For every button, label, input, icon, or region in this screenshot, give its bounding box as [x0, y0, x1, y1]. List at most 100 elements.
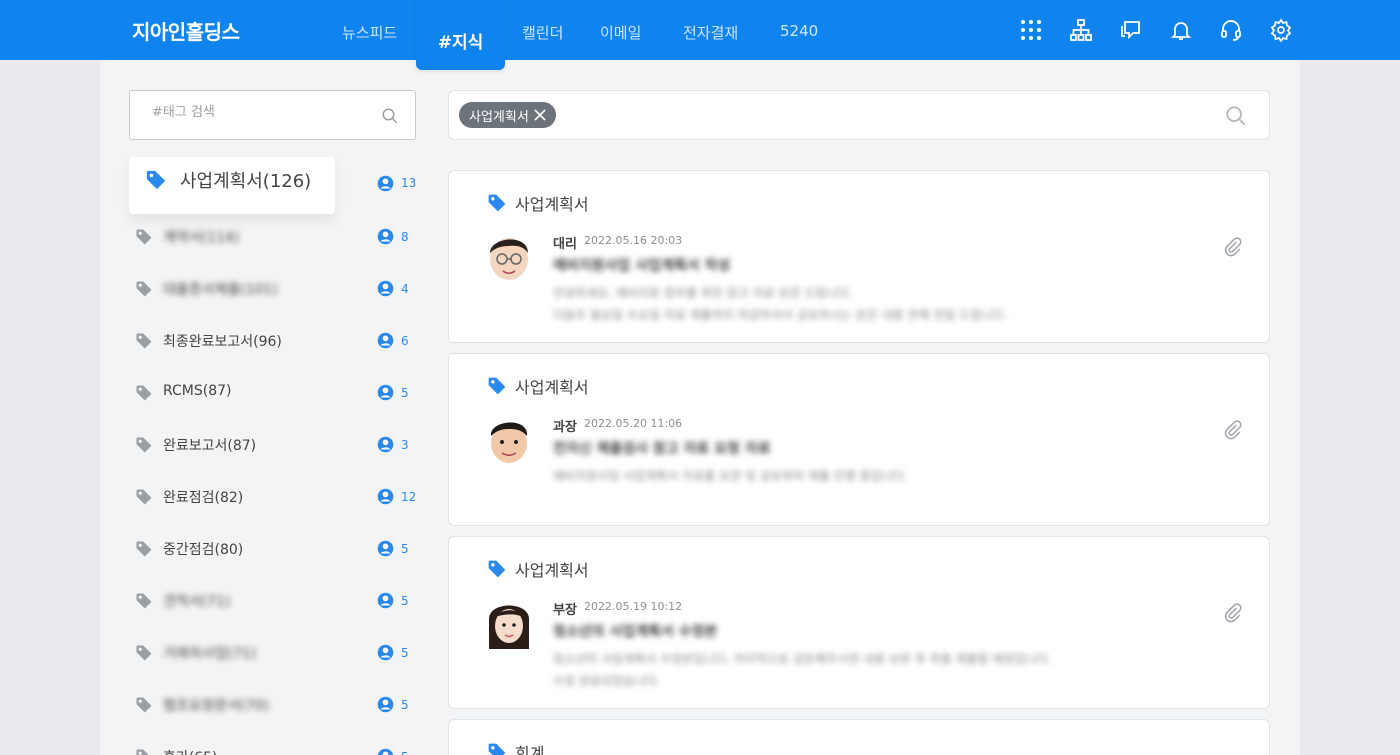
nav-calendar[interactable]: 캘린더 — [522, 22, 563, 43]
tag-user-count: 3 — [401, 438, 409, 452]
user-icon — [377, 228, 394, 245]
attachment-icon[interactable] — [1223, 420, 1243, 440]
tag-user-count: 4 — [401, 282, 409, 296]
post-body: 안녕하세요. 예비지원 첨부를 위한 참고 자료 보관 드립니다. 다음주 월요… — [553, 286, 1008, 322]
post-date: 2022.05.19 10:12 — [584, 600, 683, 613]
nav-email[interactable]: 이메일 — [600, 22, 641, 43]
author-rank: 과장 — [553, 420, 577, 435]
tag-label: 완료보고서(87) — [163, 438, 257, 454]
tag-user-count: 5 — [401, 646, 409, 660]
nav-knowledge-active[interactable]: #지식 — [416, 0, 505, 70]
tag-user-count: 12 — [401, 490, 417, 504]
tag-user-count: 6 — [401, 334, 409, 348]
user-icon — [377, 175, 394, 192]
org-chart-icon[interactable] — [1069, 18, 1093, 42]
search-icon[interactable] — [1225, 105, 1247, 127]
user-icon — [377, 384, 394, 401]
avatar — [490, 238, 528, 280]
attachment-icon[interactable] — [1223, 237, 1243, 257]
company-logo[interactable]: 지아인홀딩스 — [132, 16, 240, 45]
post-card[interactable]: 사업계획서 부장 2022.05.19 10:12 청소년의 사업계획서 수정본… — [448, 536, 1270, 709]
tag-icon — [488, 743, 506, 755]
tag-item[interactable]: 휴가(65) 5 — [129, 731, 419, 755]
attachment-icon[interactable] — [1223, 603, 1243, 623]
gear-icon[interactable] — [1269, 18, 1293, 42]
tag-icon — [146, 170, 166, 190]
post-title[interactable]: 전자신 제출검사 참고 자료 요청 자료 — [553, 438, 771, 458]
user-icon — [377, 488, 394, 505]
tag-label: 계약서(114) — [163, 230, 240, 246]
tag-item[interactable]: 최종완료보고서(96) 6 — [129, 315, 419, 367]
tag-icon — [136, 697, 152, 713]
post-card[interactable]: 사업계획서 대리 2022.05.16 20:03 예비지원사업 사업계획서 작… — [448, 170, 1270, 343]
tag-icon — [136, 541, 152, 557]
tag-search-input[interactable] — [152, 105, 372, 120]
author-rank: 대리 — [553, 237, 577, 252]
user-icon — [377, 592, 394, 609]
tag-search-box — [129, 90, 416, 140]
user-icon — [377, 696, 394, 713]
top-header: 지아인홀딩스 뉴스피드 캘린더 이메일 전자결재 5240 — [0, 0, 1400, 60]
tag-item-active[interactable]: 사업계획서(126) 13 — [129, 157, 419, 214]
tag-item[interactable]: 협조요청문서(70) 5 — [129, 679, 419, 731]
nav-newsfeed[interactable]: 뉴스피드 — [342, 22, 397, 43]
tag-item[interactable]: 견적서(71) 5 — [129, 575, 419, 627]
chat-icon[interactable] — [1119, 18, 1143, 42]
tag-label: 대출증서제출(101) — [163, 282, 278, 298]
tag-label: 거래처사업(71) — [163, 646, 257, 662]
post-body: 청소년의 사업계획서 수정본입니다. 마지막으로 검토해주시면 내용 보완 후 … — [553, 652, 1052, 688]
search-icon[interactable] — [381, 107, 399, 125]
user-icon — [377, 540, 394, 557]
user-icon — [377, 280, 394, 297]
nav-approval[interactable]: 전자결재 — [683, 22, 738, 43]
tag-label: 견적서(71) — [163, 594, 231, 610]
tag-icon — [136, 281, 152, 297]
user-icon — [377, 332, 394, 349]
post-title[interactable]: 청소년의 사업계획서 수정본 — [553, 621, 717, 641]
tag-label: 최종완료보고서(96) — [163, 334, 282, 350]
filter-chip-label: 사업계획서 — [469, 109, 529, 125]
tag-icon — [136, 489, 152, 505]
tag-user-count: 13 — [401, 176, 417, 190]
tag-user-count: 5 — [401, 594, 409, 608]
post-tag[interactable]: 사업계획서 — [515, 557, 589, 581]
tag-item[interactable]: 완료점검(82) 12 — [129, 471, 419, 523]
tag-icon — [136, 645, 152, 661]
tag-icon — [488, 194, 506, 212]
post-date: 2022.05.16 20:03 — [584, 234, 683, 247]
tag-user-count: 5 — [401, 698, 409, 712]
tag-item[interactable]: 계약서(114) 8 — [129, 211, 419, 263]
nav-5240[interactable]: 5240 — [780, 22, 818, 40]
tag-item[interactable]: 중간점검(80) 5 — [129, 523, 419, 575]
tag-item[interactable]: 대출증서제출(101) 4 — [129, 263, 419, 315]
headset-icon[interactable] — [1219, 18, 1243, 42]
author-rank: 부장 — [553, 603, 577, 618]
post-tag[interactable]: 사업계획서 — [515, 374, 589, 398]
tag-user-count: 5 — [401, 750, 409, 755]
tag-icon — [136, 437, 152, 453]
tag-user-count: 8 — [401, 230, 409, 244]
post-card[interactable]: 사업계획서 과장 2022.05.20 11:06 전자신 제출검사 참고 자료… — [448, 353, 1270, 526]
filter-chip[interactable]: 사업계획서 — [459, 102, 556, 128]
post-tag[interactable]: 회계 — [515, 740, 544, 755]
tag-user-count: 5 — [401, 386, 409, 400]
close-icon[interactable] — [534, 109, 546, 121]
avatar — [489, 605, 529, 649]
avatar — [490, 422, 528, 463]
apps-grid-icon[interactable] — [1019, 18, 1043, 42]
user-icon — [377, 748, 394, 755]
tag-icon — [488, 560, 506, 578]
post-tag[interactable]: 사업계획서 — [515, 191, 589, 215]
user-icon — [377, 436, 394, 453]
post-title[interactable]: 예비지원사업 사업계획서 작성 — [553, 255, 730, 275]
bell-icon[interactable] — [1169, 18, 1193, 42]
tag-icon — [136, 593, 152, 609]
filter-bar[interactable]: 사업계획서 — [448, 90, 1270, 140]
tag-item[interactable]: 거래처사업(71) 5 — [129, 627, 419, 679]
tag-item[interactable]: RCMS(87) 5 — [129, 367, 419, 419]
tag-label: 완료점검(82) — [163, 490, 244, 506]
tag-label: 휴가(65) — [163, 747, 218, 755]
tag-item[interactable]: 완료보고서(87) 3 — [129, 419, 419, 471]
post-card[interactable]: 회계 — [448, 719, 1270, 755]
user-icon — [377, 644, 394, 661]
